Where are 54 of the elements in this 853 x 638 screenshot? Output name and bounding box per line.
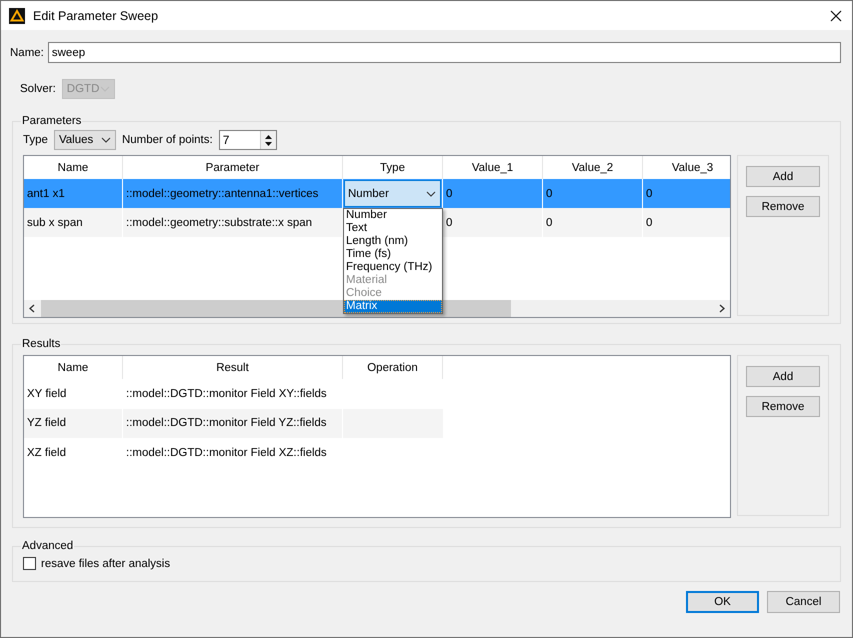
table-cell: ::model::geometry::antenna1::vertices	[126, 188, 318, 200]
type-cell-dropdown[interactable]: Number	[344, 180, 441, 207]
close-icon[interactable]	[830, 10, 842, 22]
table-cell: ::model::geometry::substrate::x span	[126, 216, 312, 228]
chevron-down-icon	[426, 190, 436, 196]
solver-label: Solver:	[20, 83, 56, 95]
table-cell: ant1 x1	[27, 188, 65, 200]
group-title: Advanced	[21, 540, 74, 552]
type-dropdown[interactable]: Values	[54, 130, 116, 150]
checkbox[interactable]	[23, 557, 36, 570]
table-cell: 0	[446, 216, 452, 228]
column-header[interactable]: Result	[123, 356, 343, 379]
dialog-button[interactable]: Cancel	[767, 591, 840, 613]
points-spinbox[interactable]: 7	[218, 130, 277, 150]
type-label: Type	[23, 134, 48, 146]
up-arrow-icon[interactable]	[264, 134, 273, 140]
chevron-down-icon	[100, 137, 111, 143]
table-cell: ::model::DGTD::monitor Field XY::fields	[126, 388, 327, 400]
table-cell: 0	[546, 216, 552, 228]
table-button[interactable]: Add	[746, 366, 820, 387]
table-cell: 0	[646, 216, 652, 228]
table-cell: XY field	[27, 388, 66, 400]
table-button[interactable]: Remove	[746, 196, 820, 217]
table-cell: XZ field	[27, 446, 66, 459]
points-label: Number of points:	[122, 134, 213, 146]
warning-triangle-icon	[9, 8, 25, 24]
dropdown-option[interactable]: Text	[344, 222, 442, 235]
table-row[interactable]: XZ field ::model::DGTD::monitor Field XZ::fields	[24, 438, 730, 468]
table-row[interactable]: YZ field ::model::DGTD::monitor Field YZ::fields	[24, 408, 730, 438]
group-title: Parameters	[21, 115, 82, 127]
table-row[interactable]: ant1 x1 ::model::geometry::antenna1::vertices Number 0 0 0	[24, 179, 730, 208]
window-title: Edit Parameter Sweep	[33, 8, 160, 22]
table-cell: 0	[446, 188, 452, 200]
table-button[interactable]: Remove	[746, 396, 820, 417]
column-header[interactable]: Operation	[343, 356, 443, 379]
dialog-button[interactable]: OK	[686, 591, 759, 613]
table-cell: ::model::DGTD::monitor Field XZ::fields	[126, 446, 327, 459]
table-cell: sub x span	[27, 216, 83, 228]
down-arrow-icon[interactable]	[264, 140, 273, 146]
dropdown-option[interactable]: Frequency (THz)	[344, 261, 442, 274]
dropdown-option[interactable]: Number	[344, 209, 442, 222]
table-cell: 0	[646, 188, 652, 200]
group-title: Results	[21, 338, 62, 350]
dropdown-option[interactable]: Matrix	[344, 300, 442, 313]
column-header[interactable]: Name	[24, 356, 123, 379]
name-field[interactable]: sweep	[48, 42, 841, 63]
dropdown-option[interactable]: Time (fs)	[344, 248, 442, 261]
table-cell: YZ field	[27, 417, 66, 430]
name-label: Name:	[10, 46, 44, 58]
table-button[interactable]: Add	[746, 166, 820, 187]
dropdown-option[interactable]: Length (nm)	[344, 235, 442, 248]
checkbox-label: resave files after analysis	[41, 558, 170, 570]
table-cell: ::model::DGTD::monitor Field YZ::fields	[126, 417, 326, 430]
table-cell: 0	[546, 188, 552, 200]
